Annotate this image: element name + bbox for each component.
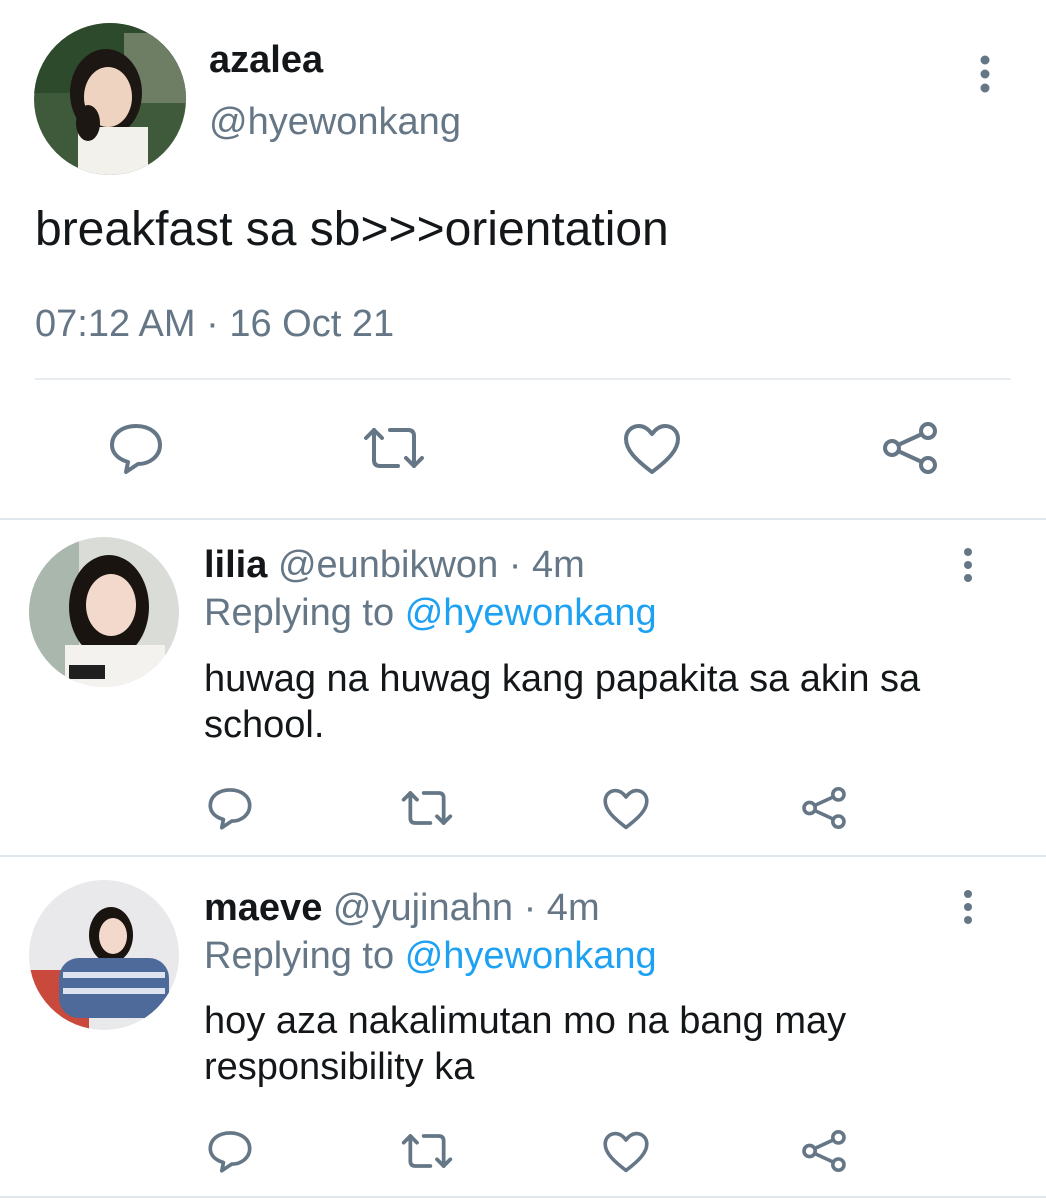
replying-to-label: Replying to [204, 935, 395, 977]
retweet-icon[interactable] [362, 424, 426, 472]
divider [0, 518, 1046, 520]
reply-time: · 4m [523, 887, 600, 929]
user-handle[interactable]: @hyewonkang [209, 100, 461, 144]
mention-link[interactable]: @hyewonkang [405, 935, 657, 977]
divider [35, 378, 1011, 380]
reply-header: maeve @yujinahn · 4m [204, 886, 600, 930]
more-options-icon[interactable] [955, 545, 981, 585]
replying-to-label: Replying to [204, 592, 395, 634]
tweet-text: breakfast sa sb>>>orientation [35, 203, 669, 256]
avatar[interactable] [29, 880, 179, 1030]
reply-text: huwag na huwag kang papakita sa akin sa … [204, 658, 921, 746]
display-name[interactable]: azalea [209, 38, 323, 82]
replying-to: Replying to @hyewonkang [204, 591, 657, 635]
retweet-icon[interactable] [400, 1131, 454, 1171]
like-icon[interactable] [622, 422, 682, 476]
tweet-timestamp[interactable]: 07:12 AM · 16 Oct 21 [35, 302, 394, 346]
reply-icon[interactable] [207, 1128, 253, 1174]
share-icon[interactable] [800, 785, 848, 831]
like-icon[interactable] [602, 1130, 650, 1174]
reply-header: lilia @eunbikwon · 4m [204, 543, 585, 587]
like-icon[interactable] [602, 787, 650, 831]
mention-link[interactable]: @hyewonkang [405, 592, 657, 634]
share-icon[interactable] [880, 420, 940, 476]
reply-icon[interactable] [207, 785, 253, 831]
divider [0, 855, 1046, 857]
more-options-icon[interactable] [970, 52, 1000, 96]
display-name[interactable]: maeve [204, 887, 322, 929]
reply-icon[interactable] [108, 420, 164, 476]
reply-text: hoy aza nakalimutan mo na bang may respo… [204, 1000, 847, 1088]
retweet-icon[interactable] [400, 788, 454, 828]
share-icon[interactable] [800, 1128, 848, 1174]
avatar[interactable] [34, 23, 186, 175]
user-handle[interactable]: @yujinahn [333, 887, 513, 929]
more-options-icon[interactable] [955, 887, 981, 927]
reply-time: · 4m [508, 544, 585, 586]
display-name[interactable]: lilia [204, 544, 267, 586]
avatar[interactable] [29, 537, 179, 687]
divider [0, 1196, 1046, 1198]
user-handle[interactable]: @eunbikwon [278, 544, 498, 586]
replying-to: Replying to @hyewonkang [204, 934, 657, 978]
